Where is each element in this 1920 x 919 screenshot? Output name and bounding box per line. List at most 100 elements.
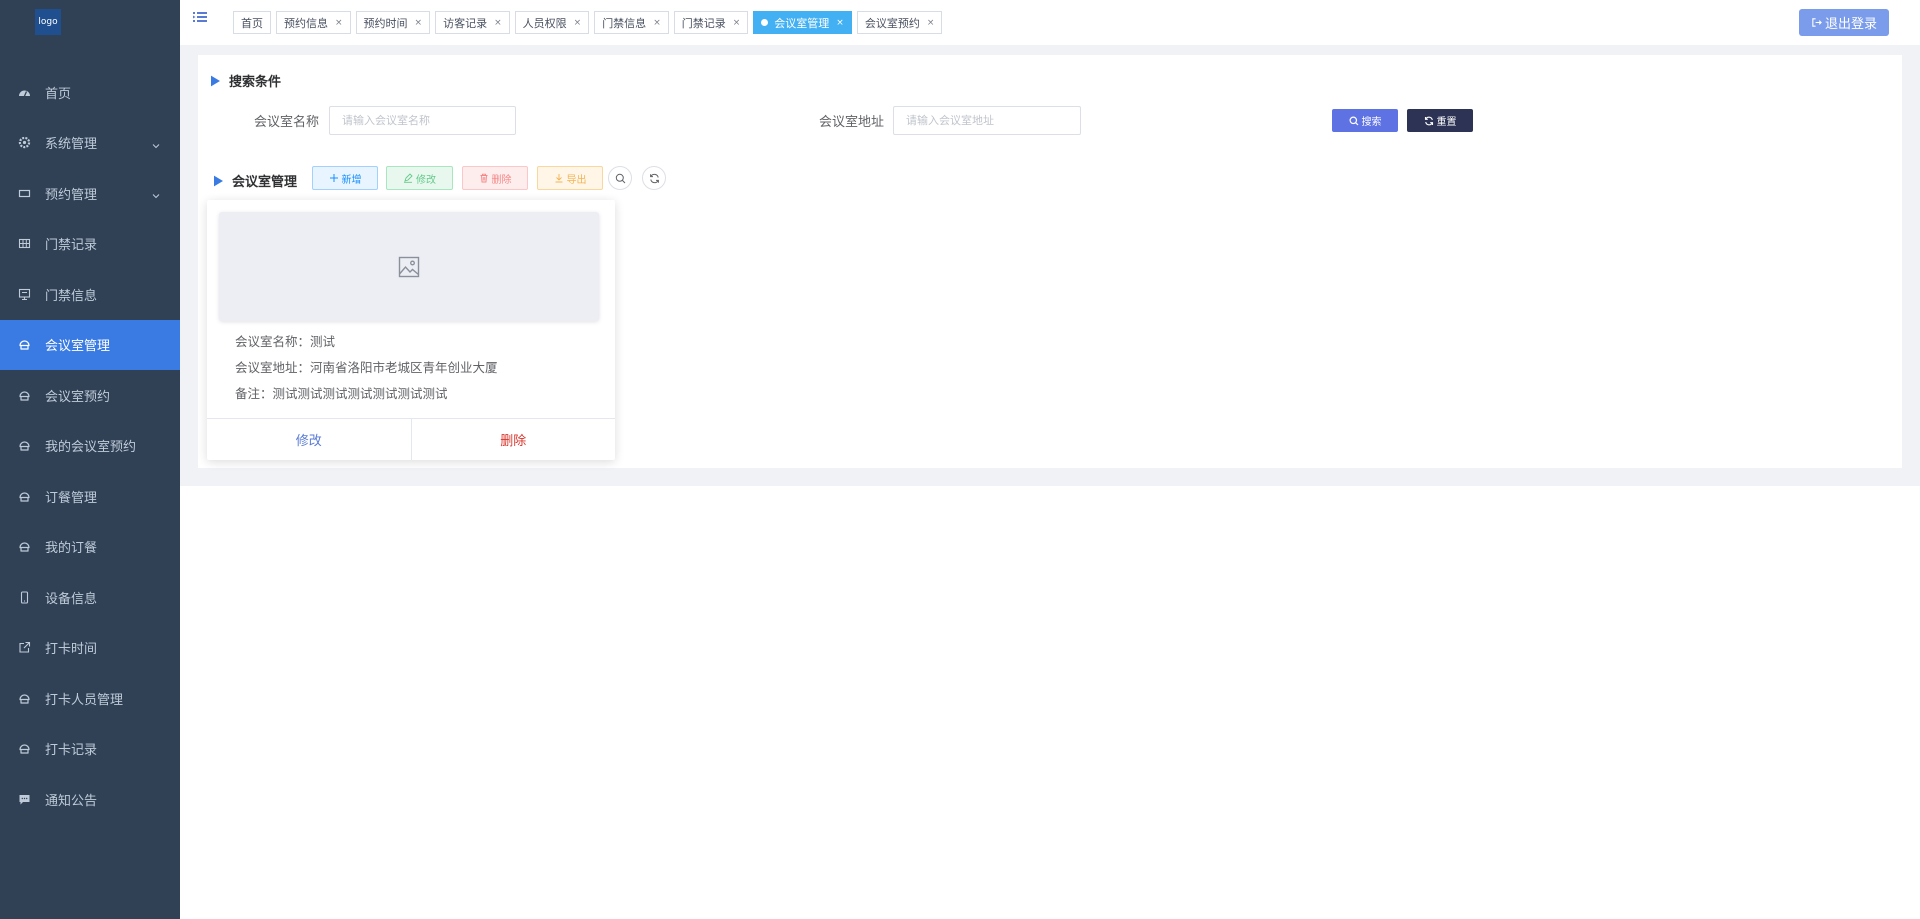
tag-label: 会议室管理 bbox=[774, 16, 830, 30]
search-icon bbox=[1349, 116, 1358, 125]
sidebar-item-2[interactable]: 预约管理 bbox=[0, 168, 180, 219]
close-icon[interactable]: × bbox=[733, 18, 741, 28]
close-icon[interactable]: × bbox=[335, 18, 343, 28]
close-icon[interactable]: × bbox=[494, 18, 502, 28]
reset-button[interactable]: 重置 bbox=[1407, 109, 1473, 132]
tag-label: 人员权限 bbox=[522, 16, 567, 30]
rectangle-icon bbox=[18, 187, 31, 200]
dashboard-icon bbox=[18, 86, 31, 99]
tag-label: 访客记录 bbox=[443, 16, 488, 30]
search-button[interactable]: 搜索 bbox=[1332, 109, 1398, 132]
reset-button-label: 重置 bbox=[1436, 117, 1457, 128]
search-button-label: 搜索 bbox=[1361, 117, 1382, 128]
sidebar-item-label: 系统管理 bbox=[45, 137, 98, 153]
sidebar-item-14[interactable]: 通知公告 bbox=[0, 774, 180, 825]
external-link-icon bbox=[18, 641, 31, 654]
tag-6[interactable]: 门禁记录 × bbox=[673, 11, 749, 34]
close-icon[interactable]: × bbox=[836, 18, 844, 28]
close-icon[interactable]: × bbox=[653, 18, 661, 28]
toolbar-section-title: 会议室管理 bbox=[214, 171, 297, 190]
sidebar-item-label: 我的会议室预约 bbox=[45, 440, 137, 456]
refresh-icon bbox=[1424, 116, 1433, 125]
tag-3[interactable]: 访客记录 × bbox=[435, 11, 510, 34]
tag-5[interactable]: 门禁信息 × bbox=[594, 11, 669, 34]
sidebar: logo 首页系统管理预约管理门禁记录门禁信息会议室管理会议室预约我的会议室预约… bbox=[0, 0, 180, 919]
tag-4[interactable]: 人员权限 × bbox=[514, 11, 590, 34]
toolbar-title-text: 会议室管理 bbox=[232, 175, 298, 190]
sidebar-item-label: 首页 bbox=[45, 86, 72, 102]
toggle-search-button[interactable] bbox=[608, 166, 632, 190]
export-button[interactable]: 导出 bbox=[537, 166, 603, 190]
sidebar-item-label: 预约管理 bbox=[45, 187, 98, 203]
search-icon bbox=[615, 173, 625, 183]
sidebar-item-8[interactable]: 订餐管理 bbox=[0, 471, 180, 522]
triangle-icon bbox=[211, 75, 220, 86]
sidebar-item-9[interactable]: 我的订餐 bbox=[0, 522, 180, 573]
room-remark-line: 备注：测试测试测试测试测试测试测试 bbox=[235, 386, 448, 401]
logo-area: logo bbox=[0, 0, 180, 75]
sidebar-item-10[interactable]: 设备信息 bbox=[0, 572, 180, 623]
sidebar-item-label: 我的订餐 bbox=[45, 541, 98, 557]
hamburger-icon[interactable] bbox=[193, 11, 207, 25]
tags-view: 首页 预约信息 × 预约时间 × 访客记录 × 人员权限 × 门禁信息 × 门禁记录 × 会议室管理 × 会议… bbox=[233, 11, 947, 34]
sidebar-item-label: 门禁信息 bbox=[45, 288, 98, 304]
room-address-line: 会议室地址：河南省洛阳市老城区青年创业大厦 bbox=[235, 360, 498, 375]
sidebar-item-11[interactable]: 打卡时间 bbox=[0, 623, 180, 674]
header: 首页 预约信息 × 预约时间 × 访客记录 × 人员权限 × 门禁信息 × 门禁记录 × 会议室管理 × 会议… bbox=[180, 0, 1920, 45]
phone-icon bbox=[18, 591, 31, 604]
sidebar-item-label: 门禁记录 bbox=[45, 238, 98, 254]
sidebar-item-6[interactable]: 会议室预约 bbox=[0, 370, 180, 421]
add-button-label: 新增 bbox=[341, 174, 362, 186]
export-button-label: 导出 bbox=[566, 174, 587, 186]
sidebar-item-12[interactable]: 打卡人员管理 bbox=[0, 673, 180, 724]
add-button[interactable]: 新增 bbox=[312, 166, 378, 190]
logout-button[interactable]: 退出登录 bbox=[1799, 9, 1889, 36]
sidebar-item-4[interactable]: 门禁信息 bbox=[0, 269, 180, 320]
room-name-label: 会议室名称 bbox=[254, 115, 320, 130]
close-icon[interactable]: × bbox=[927, 18, 935, 28]
chevron-down-icon bbox=[152, 139, 160, 148]
meeting-icon bbox=[18, 742, 31, 755]
sidebar-item-3[interactable]: 门禁记录 bbox=[0, 219, 180, 270]
sidebar-item-label: 打卡人员管理 bbox=[45, 692, 124, 708]
sidebar-menu: 首页系统管理预约管理门禁记录门禁信息会议室管理会议室预约我的会议室预约订餐管理我… bbox=[0, 67, 180, 825]
sidebar-item-label: 会议室预约 bbox=[45, 389, 111, 405]
room-name-input[interactable] bbox=[329, 106, 516, 135]
edit-icon bbox=[404, 173, 413, 183]
card-delete-button[interactable]: 删除 bbox=[410, 419, 616, 460]
edit-button-label: 修改 bbox=[416, 174, 436, 186]
sidebar-item-5[interactable]: 会议室管理 bbox=[0, 319, 180, 370]
logo: logo bbox=[35, 9, 61, 35]
sidebar-item-label: 设备信息 bbox=[45, 591, 98, 607]
room-address-input[interactable] bbox=[893, 106, 1081, 135]
tag-label: 预约信息 bbox=[284, 16, 328, 30]
refresh-button[interactable] bbox=[642, 166, 666, 190]
search-section-title: 搜索条件 bbox=[211, 71, 281, 90]
sidebar-item-label: 会议室管理 bbox=[45, 339, 111, 355]
tag-7[interactable]: 会议室管理 × bbox=[753, 11, 852, 34]
close-icon[interactable]: × bbox=[574, 18, 582, 28]
meeting-icon bbox=[18, 540, 31, 553]
sidebar-item-13[interactable]: 打卡记录 bbox=[0, 724, 180, 775]
monitor-icon bbox=[18, 288, 31, 301]
message-icon bbox=[18, 793, 31, 806]
close-icon[interactable]: × bbox=[415, 18, 423, 28]
delete-button[interactable]: 删除 bbox=[462, 166, 528, 190]
refresh-icon bbox=[649, 173, 659, 183]
sidebar-item-7[interactable]: 我的会议室预约 bbox=[0, 421, 180, 472]
sidebar-item-1[interactable]: 系统管理 bbox=[0, 118, 180, 169]
card-edit-button[interactable]: 修改 bbox=[207, 419, 411, 460]
delete-button-label: 删除 bbox=[491, 174, 512, 186]
download-icon bbox=[555, 174, 562, 183]
image-icon bbox=[398, 256, 420, 277]
sidebar-item-0[interactable]: 首页 bbox=[0, 67, 180, 118]
tag-0[interactable]: 首页 bbox=[233, 11, 271, 34]
tag-1[interactable]: 预约信息 × bbox=[276, 11, 351, 34]
meeting-icon bbox=[18, 490, 31, 503]
tag-2[interactable]: 预约时间 × bbox=[355, 11, 431, 34]
trash-icon bbox=[480, 173, 487, 183]
gear-icon bbox=[18, 136, 31, 149]
meeting-icon bbox=[18, 692, 31, 705]
edit-button[interactable]: 修改 bbox=[386, 166, 453, 190]
tag-8[interactable]: 会议室预约 × bbox=[856, 11, 943, 34]
